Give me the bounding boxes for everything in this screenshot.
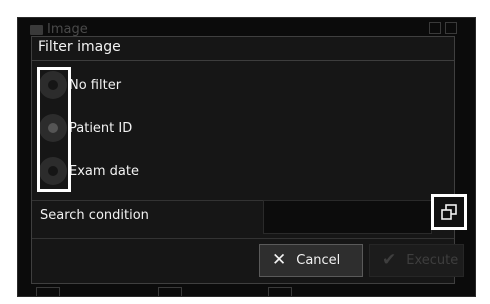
radio-label: Exam date — [69, 163, 139, 179]
radio-label: No filter — [69, 77, 122, 93]
execute-button[interactable]: ✔ Execute — [369, 244, 464, 277]
radio-highlight-frame — [37, 67, 71, 192]
toolbar-tab — [36, 287, 60, 296]
search-condition-label: Search condition — [40, 208, 149, 223]
close-icon: ✕ — [272, 250, 287, 270]
cancel-label: Cancel — [296, 253, 341, 268]
search-condition-edit-button[interactable] — [431, 194, 467, 230]
checkmark-icon: ✔ — [382, 250, 397, 270]
background-window-title: Image — [30, 22, 88, 37]
background-window-icons — [429, 22, 457, 34]
cancel-button[interactable]: ✕ Cancel — [259, 244, 363, 277]
background-title-text: Image — [47, 22, 88, 37]
execute-label: Execute — [406, 253, 459, 268]
toolbar-tab — [158, 287, 182, 296]
radio-label: Patient ID — [69, 120, 133, 136]
title-divider — [32, 60, 454, 61]
dialog-title: Filter image — [38, 39, 121, 55]
search-condition-field[interactable] — [263, 200, 432, 234]
window-icon — [445, 22, 457, 34]
window-icon — [429, 22, 441, 34]
window-restore-icon — [441, 204, 457, 220]
screen-frame: Image Filter image No filter Patient ID … — [17, 17, 476, 297]
folder-icon — [30, 24, 43, 35]
filter-image-dialog: Filter image No filter Patient ID Exam d… — [31, 36, 467, 284]
toolbar-tab — [268, 287, 292, 296]
divider — [32, 238, 454, 239]
